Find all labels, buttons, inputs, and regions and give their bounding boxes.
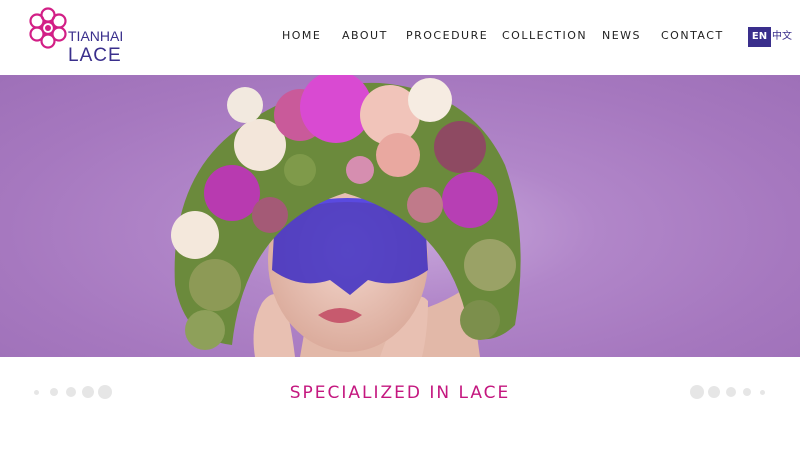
nav-about[interactable]: ABOUT [342,29,388,42]
tagline: SPECIALIZED IN LACE [289,383,511,403]
slider-dot[interactable] [726,387,736,397]
slider-dot[interactable] [708,386,720,398]
slider-dot[interactable] [690,385,704,399]
lang-zh-link[interactable]: 中文 [772,27,792,47]
nav-collection[interactable]: COLLECTION [502,29,587,42]
brand-logo[interactable]: TIANHAI LACE [28,6,128,68]
brand-name-line1: TIANHAI [68,28,124,44]
slider-dot[interactable] [760,390,765,395]
hero-banner [0,75,800,357]
nav-contact[interactable]: CONTACT [661,29,724,42]
slider-dot[interactable] [743,388,751,396]
flower-logo-icon [29,7,67,49]
nav-home[interactable]: HOME [282,29,321,42]
nav-procedure[interactable]: PROCEDURE [406,29,488,42]
brand-name-line2: LACE [68,45,122,66]
nav-news[interactable]: NEWS [602,29,641,42]
hero-image [171,75,521,357]
lang-en-button[interactable]: EN [748,27,771,47]
site-header: TIANHAI LACE HOME ABOUT PROCEDURE COLLEC… [0,0,800,75]
